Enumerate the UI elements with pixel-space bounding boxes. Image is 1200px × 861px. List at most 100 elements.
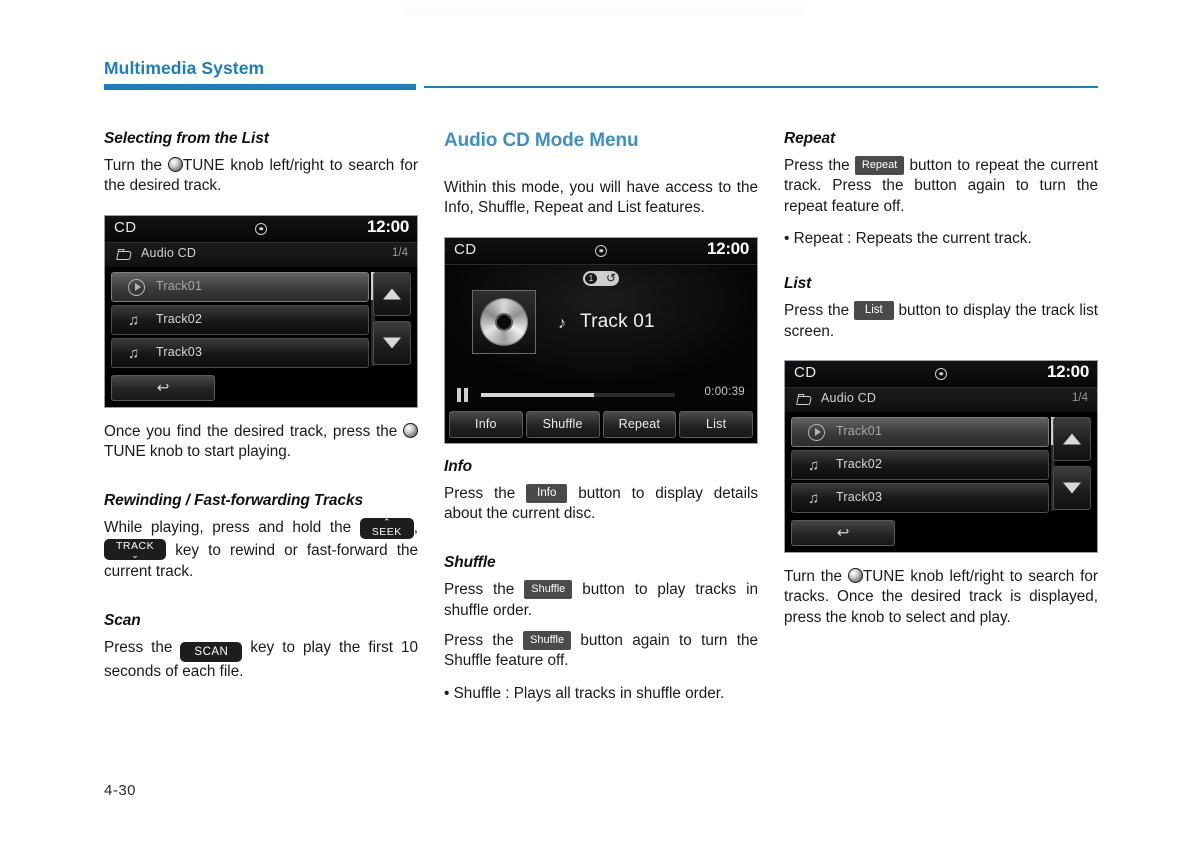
heading-info: Info [444,457,473,475]
album-art [472,289,536,354]
track-list-item[interactable]: ♫ Track03 [111,337,369,368]
text-press-the: Press the [784,302,850,320]
text-tune-knob-press: TUNE knob to start playing. [104,442,292,460]
back-arrow-icon: ↩ [836,524,850,542]
play-circle-icon [808,423,825,441]
track-label: Track03 [836,489,883,504]
track-label: Track01 [836,423,883,438]
track-key[interactable]: TRACK ⌄ [104,539,167,561]
disc-icon [935,367,947,380]
track-rows: Track01 ♫ Track02 ♫ Track03 [111,271,369,368]
text-press-the: Press the [104,638,173,656]
progress-bar[interactable] [481,392,675,397]
page-title: Multimedia System [104,58,265,78]
music-note-icon: ♫ [808,489,820,507]
bullet-repeat: • Repeat : Repeats the current track. [784,229,1032,247]
cd-disc-icon [480,297,528,346]
track-label: Track02 [156,311,203,326]
back-button[interactable]: ↩ [791,519,895,546]
heading-repeat: Repeat [784,130,836,147]
chevron-up-icon [1063,433,1081,445]
back-button[interactable]: ↩ [111,374,215,401]
breadcrumb-label: Audio CD [821,390,877,405]
scan-key[interactable]: SCAN [180,641,243,662]
page-header: Multimedia System [0,0,1200,100]
back-arrow-icon: ↩ [156,379,170,397]
track-list-item[interactable]: ♫ Track02 [791,449,1049,480]
repeat-one-badge: 1 [585,272,597,284]
track-list-item[interactable]: Track01 [791,416,1049,447]
track-list-item[interactable]: Track01 [111,271,369,302]
column-left: Selecting from the List Turn the TUNE kn… [104,130,418,686]
cd-list-screen-figure-right: CD 12:00 Audio CD 1/4 Track01 ♫ Track02 [784,359,1098,553]
scroll-up-button[interactable] [1053,416,1091,461]
repeat-chip[interactable]: Repeat [854,155,905,175]
scroll-buttons [1053,416,1091,510]
folder-icon [117,249,132,260]
tab-info[interactable]: Info [449,410,523,438]
screen-footer: ↩ [785,515,1097,552]
seek-key[interactable]: ⌃ SEEK [359,517,414,540]
paragraph-scan: Press the SCAN key to play the first 10 … [104,638,418,682]
tab-repeat[interactable]: Repeat [602,410,677,438]
chevron-up-icon [383,288,401,300]
chevron-down-icon [1063,482,1081,494]
breadcrumb-page-count: 1/4 [1072,391,1088,404]
column-right: Repeat Press the Repeat button to repeat… [784,130,1098,632]
track-rows: Track01 ♫ Track02 ♫ Track03 [791,416,1049,513]
now-playing-body: 1 ↺ ♪ Track 01 [445,264,757,382]
text-press-the: Press the [784,156,850,174]
paragraph-list: Press the List button to display the tra… [784,301,1098,342]
text-press-the: Press the [444,581,515,599]
scroll-down-button[interactable] [1053,465,1091,510]
chevron-up-icon: ⌃ [382,517,391,528]
shuffle-chip[interactable]: Shuffle [524,580,573,600]
shuffle-chip[interactable]: Shuffle [523,630,572,650]
tab-list[interactable]: List [679,410,753,438]
scroll-up-button[interactable] [373,271,411,316]
play-circle-icon [128,278,145,296]
screen-status-bar: CD 12:00 [105,215,417,243]
music-note-icon: ♫ [128,344,140,362]
list-chip[interactable]: List [853,301,894,321]
repeat-loop-icon: ↺ [605,271,616,286]
paragraph-after-list-figure-right: Turn the TUNE knob left/right to search … [784,567,1098,628]
scroll-down-button[interactable] [373,320,411,365]
music-note-icon: ♪ [558,314,566,332]
text-once-you-find: Once you find the desired track, press t… [104,422,398,440]
tab-shuffle[interactable]: Shuffle [525,410,600,438]
track-list-item[interactable]: ♫ Track02 [111,304,369,335]
info-chip[interactable]: Info [526,483,568,503]
repeat-one-indicator-icon: 1 ↺ [583,270,619,286]
text-press-the: Press the [444,631,514,649]
text-while-playing: While playing, press and hold the [104,519,352,537]
column-middle: Audio CD Mode Menu Within this mode, you… [444,130,758,704]
breadcrumb-label: Audio CD [141,245,197,260]
progress-bar-fill [481,392,594,397]
text-turn-the: Turn the [104,156,163,174]
text-press-the: Press the [444,484,516,502]
heading-selecting-from-the-list: Selecting from the List [104,130,269,147]
paragraph-mode-intro: Within this mode, you will have access t… [444,179,758,217]
status-source-label: CD [114,218,137,236]
pause-icon [457,387,468,402]
paragraph-after-list-figure: Once you find the desired track, press t… [104,422,418,463]
tune-knob-icon [847,567,863,583]
status-source-label: CD [454,240,477,258]
disc-icon [595,244,607,257]
status-source-label: CD [794,363,817,381]
scroll-buttons [373,271,411,365]
track-list-item[interactable]: ♫ Track03 [791,482,1049,513]
chevron-down-icon: ⌄ [131,550,139,561]
page-number: 4-30 [104,782,137,799]
screen-status-bar: CD 12:00 [445,237,757,265]
track-label: Track02 [836,456,883,471]
paragraph-shuffle-2: Press the Shuffle button again to turn t… [444,630,758,672]
status-clock: 12:00 [707,238,749,258]
playback-progress-row: 0:00:39 [445,381,757,408]
heading-scan: Scan [104,611,141,629]
paragraph-shuffle-1: Press the Shuffle button to play tracks … [444,580,758,621]
screen-breadcrumb-bar: Audio CD 1/4 [785,387,1097,413]
header-ghost-band [404,6,804,16]
track-list: Track01 ♫ Track02 ♫ Track03 [105,267,417,368]
